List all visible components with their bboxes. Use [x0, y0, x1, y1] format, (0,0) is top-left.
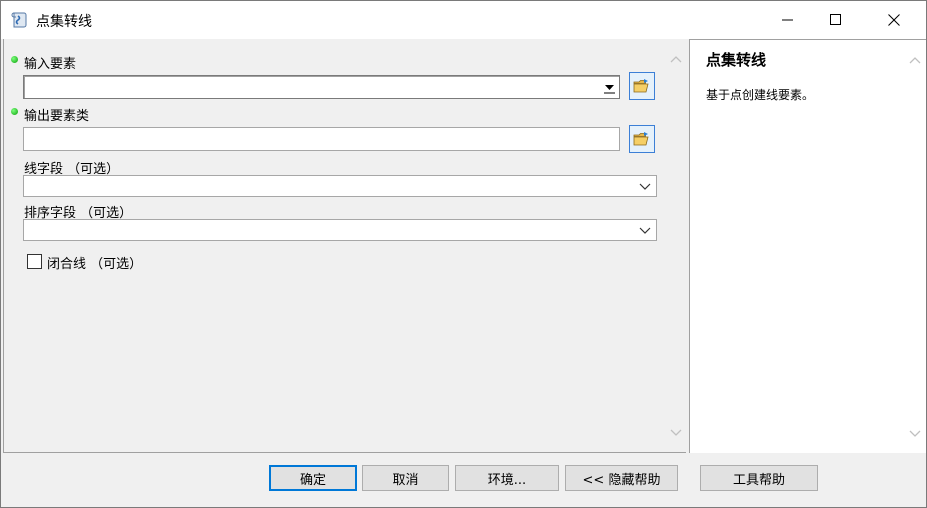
help-panel: 点集转线 基于点创建线要素。 — [689, 39, 926, 453]
environments-button[interactable]: 环境... — [455, 465, 559, 491]
close-line-checkbox[interactable] — [27, 254, 42, 269]
window-title: 点集转线 — [36, 14, 92, 30]
ok-button[interactable]: 确定 — [269, 465, 357, 491]
minimize-icon — [782, 19, 793, 21]
script-icon — [11, 12, 27, 28]
folder-open-icon — [633, 132, 649, 146]
minimize-button[interactable] — [765, 1, 811, 39]
output-feature-class-label: 输出要素类 — [24, 109, 90, 124]
folder-open-icon — [633, 79, 649, 93]
dropdown-arrow-icon[interactable] — [602, 78, 617, 96]
tool-help-button[interactable]: 工具帮助 — [700, 465, 818, 491]
tool-dialog-window: 点集转线 输入要素 输出要素类 线字段 （可选） 排序字段 （可选） 闭合线 （… — [0, 0, 927, 508]
help-description: 基于点创建线要素。 — [706, 88, 815, 102]
chevron-down-icon[interactable] — [909, 430, 921, 438]
help-title: 点集转线 — [706, 51, 767, 69]
chevron-up-icon[interactable] — [670, 55, 682, 63]
parameters-scrollbar[interactable] — [667, 55, 684, 437]
close-icon — [888, 14, 900, 26]
close-line-label: 闭合线 （可选） — [47, 257, 143, 272]
close-button[interactable] — [871, 1, 917, 39]
help-scrollbar[interactable] — [906, 56, 923, 438]
required-indicator-icon — [11, 108, 18, 115]
line-field-combo[interactable] — [23, 175, 657, 197]
output-browse-button[interactable] — [629, 125, 655, 153]
input-browse-button[interactable] — [629, 72, 655, 100]
maximize-icon — [830, 14, 841, 25]
required-indicator-icon — [11, 56, 18, 63]
chevron-down-icon — [639, 227, 651, 234]
chevron-up-icon[interactable] — [909, 56, 921, 64]
title-bar[interactable]: 点集转线 — [1, 1, 926, 39]
chevron-down-icon[interactable] — [670, 429, 682, 437]
output-feature-class-input[interactable] — [23, 127, 620, 151]
input-features-label: 输入要素 — [24, 57, 77, 72]
maximize-button[interactable] — [813, 1, 859, 39]
input-features-combo[interactable] — [23, 75, 620, 99]
parameters-panel: 输入要素 输出要素类 线字段 （可选） 排序字段 （可选） 闭合线 （可选） — [3, 39, 686, 453]
chevron-down-icon — [639, 183, 651, 190]
cancel-button[interactable]: 取消 — [362, 465, 449, 491]
hide-help-button[interactable]: << 隐藏帮助 — [565, 465, 678, 491]
sort-field-combo[interactable] — [23, 219, 657, 241]
